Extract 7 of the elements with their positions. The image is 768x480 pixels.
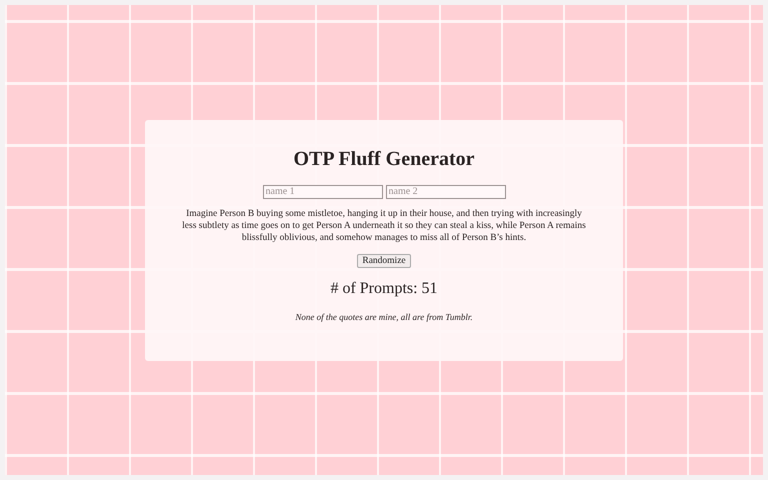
name-field[interactable]: name 1 bbox=[262, 184, 382, 198]
prompt-text: Imagine Person B buying some mistletoe, hanging it up in their house, and then trying with increasingly less subtlety as time goes on to get Person A underneath it so they can steal a kiss, while Person A remains blissfully oblivious, and somehow manages to miss all of Person B’s hints. bbox=[181, 208, 587, 244]
prompt-count: # of Prompts: 51 bbox=[330, 280, 438, 298]
page-title: OTP Fluff Generator bbox=[293, 148, 475, 170]
randomize-button[interactable]: Randomize bbox=[357, 254, 411, 268]
name-field[interactable]: name 2 bbox=[386, 184, 506, 198]
credits-note: None of the quotes are mine, all are from Tumblr. bbox=[295, 312, 473, 322]
